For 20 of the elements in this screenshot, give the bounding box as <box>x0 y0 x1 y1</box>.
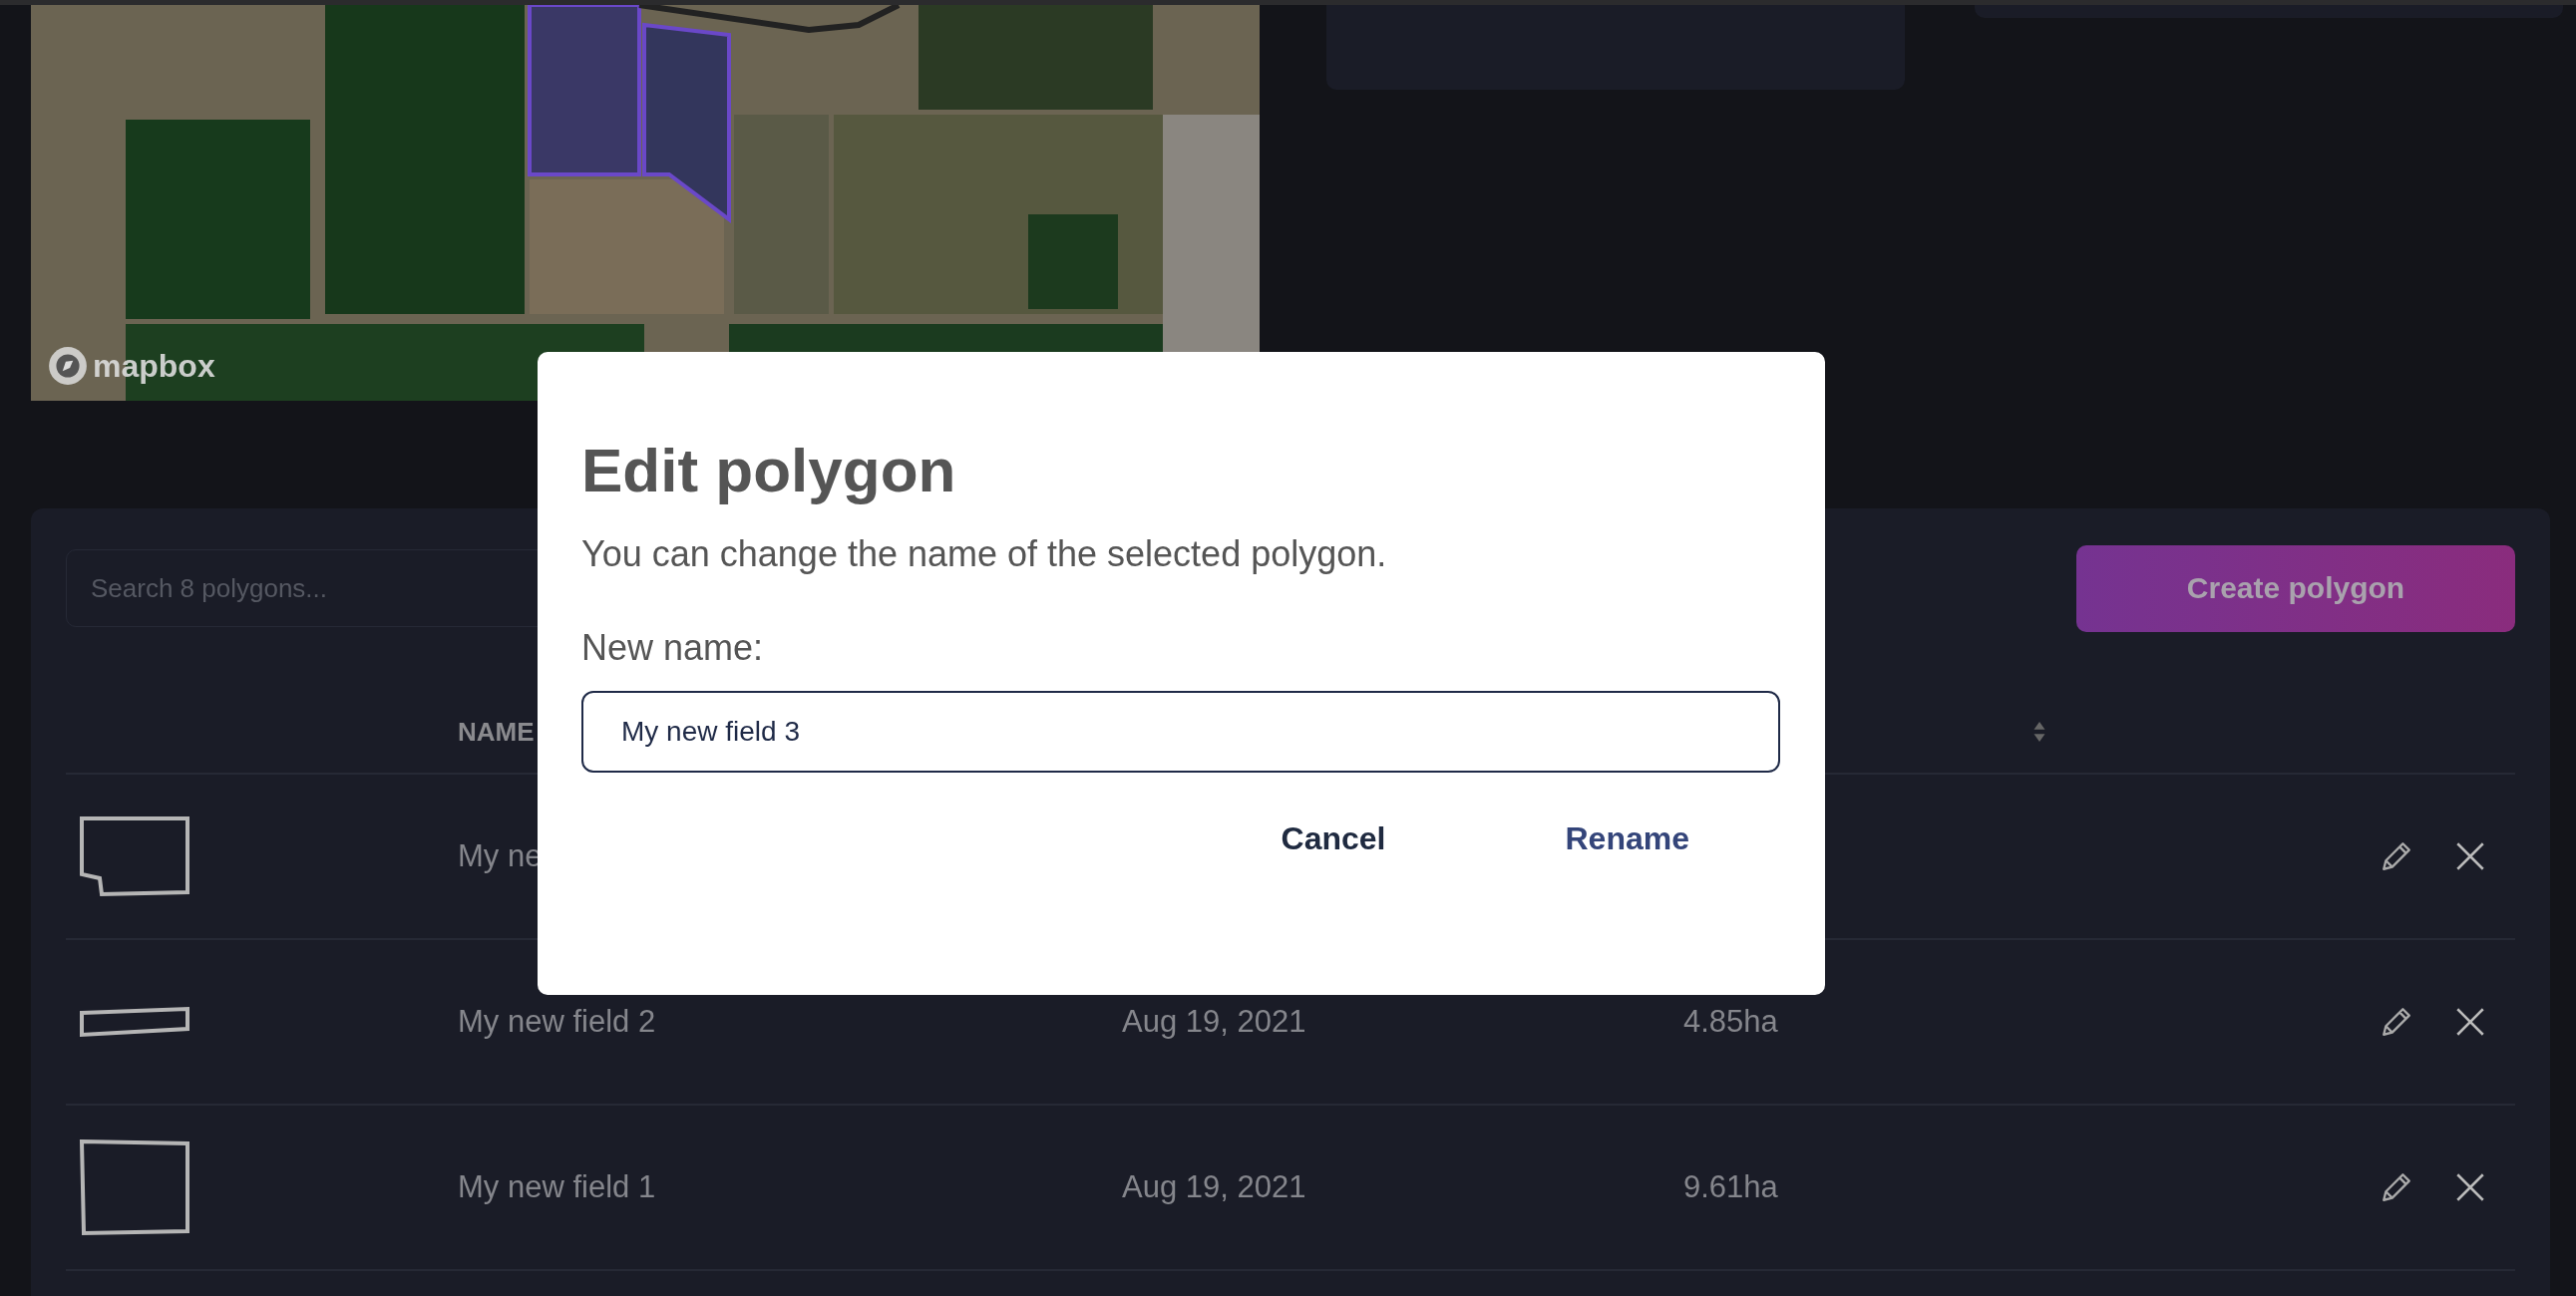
polygon-outline-icon <box>78 814 191 898</box>
table-cell: My new field 1 <box>458 1169 656 1204</box>
table-cell: Aug 19, 2021 <box>1122 1169 1306 1204</box>
pencil-icon[interactable] <box>2380 1005 2413 1039</box>
table-cell: Aug 19, 2021 <box>1122 1004 1306 1039</box>
name-input-field[interactable]: My new field 3 <box>581 691 1780 774</box>
rename-button[interactable]: Rename <box>1555 812 1699 866</box>
dialog-title: Edit polygon <box>581 435 957 506</box>
polygon-outline-icon <box>78 1005 191 1039</box>
table-cell: 9.61ha <box>1683 1169 1778 1204</box>
map-attribution[interactable]: mapbox <box>93 347 215 385</box>
table-cell: My new field 2 <box>458 1004 656 1039</box>
pencil-icon[interactable] <box>2380 1170 2413 1204</box>
sort-icon[interactable] <box>2032 721 2046 743</box>
table-cell: 4.85ha <box>1683 1004 1778 1039</box>
cancel-button[interactable]: Cancel <box>1271 812 1396 866</box>
pencil-icon[interactable] <box>2380 839 2413 873</box>
polygon-outline-icon <box>78 1137 191 1237</box>
mapbox-logo-icon <box>47 345 89 387</box>
field-label: New name: <box>581 627 765 670</box>
